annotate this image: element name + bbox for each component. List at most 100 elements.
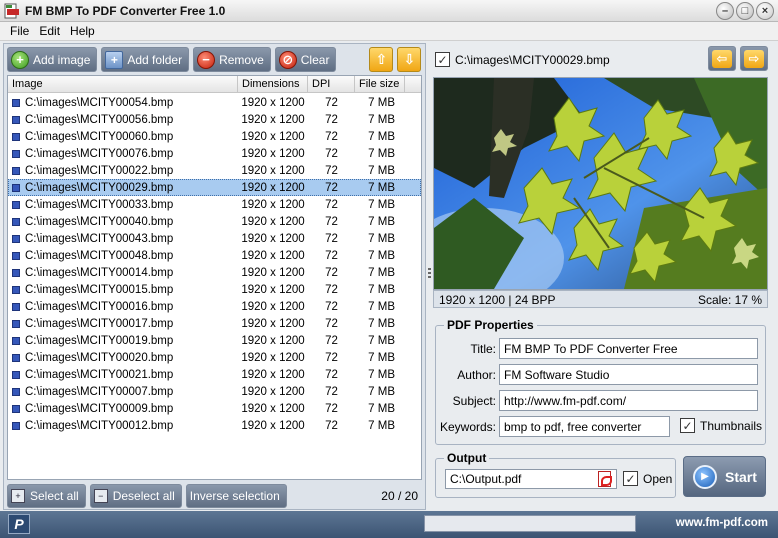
author-label: Author:: [457, 368, 496, 382]
progress-bar: [424, 515, 636, 532]
column-dimensions[interactable]: Dimensions: [238, 76, 308, 92]
table-row[interactable]: C:\images\MCITY00020.bmp 1920 x 1200 72 7 M…: [8, 349, 421, 366]
table-row[interactable]: C:\images\MCITY00015.bmp 1920 x 1200 72 7 M…: [8, 281, 421, 298]
column-dpi[interactable]: DPI: [308, 76, 355, 92]
author-field[interactable]: [499, 364, 758, 385]
pdf-properties-title: PDF Properties: [444, 318, 537, 332]
bmp-file-icon: [12, 370, 20, 379]
thumbnails-checkbox[interactable]: ✓: [680, 418, 695, 433]
folder-icon: +: [105, 50, 124, 69]
row-dimensions: 1920 x 1200: [241, 283, 305, 296]
row-file-size: 7 MB: [368, 198, 395, 211]
row-image-cell: C:\images\MCITY00012.bmp: [8, 420, 238, 432]
table-row[interactable]: C:\images\MCITY00019.bmp 1920 x 1200 72 7 M…: [8, 332, 421, 349]
arrow-right-icon: ⇨: [744, 49, 764, 68]
close-button[interactable]: ×: [756, 2, 774, 20]
table-row[interactable]: C:\images\MCITY00054.bmp 1920 x 1200 72 7 M…: [8, 94, 421, 111]
table-row[interactable]: C:\images\MCITY00076.bmp 1920 x 1200 72 7 M…: [8, 145, 421, 162]
remove-button[interactable]: − Remove: [193, 47, 271, 72]
row-dimensions: 1920 x 1200: [241, 232, 305, 245]
row-file-size: 7 MB: [368, 300, 395, 313]
table-row[interactable]: C:\images\MCITY00060.bmp 1920 x 1200 72 7 M…: [8, 128, 421, 145]
output-file-field[interactable]: [445, 469, 617, 489]
preview-include-checkbox[interactable]: ✓: [435, 52, 450, 67]
table-row[interactable]: C:\images\MCITY00040.bmp 1920 x 1200 72 7 M…: [8, 213, 421, 230]
bmp-file-icon: [12, 387, 20, 396]
table-row[interactable]: C:\images\MCITY00021.bmp 1920 x 1200 72 7 M…: [8, 366, 421, 383]
bmp-file-icon: [12, 98, 20, 107]
start-button[interactable]: ▶ Start: [683, 456, 766, 497]
pdf-browse-icon[interactable]: [598, 471, 612, 487]
bmp-file-icon: [12, 285, 20, 294]
subject-field[interactable]: [499, 390, 758, 411]
menu-file[interactable]: File: [10, 24, 29, 38]
row-path: C:\images\MCITY00060.bmp: [25, 130, 174, 143]
move-down-button[interactable]: ⇩: [397, 47, 422, 72]
row-file-size: 7 MB: [368, 283, 395, 296]
deselect-all-button[interactable]: − Deselect all: [89, 484, 182, 508]
table-row[interactable]: C:\images\MCITY00033.bmp 1920 x 1200 72 7 M…: [8, 196, 421, 213]
row-file-size: 7 MB: [368, 130, 395, 143]
table-row[interactable]: C:\images\MCITY00007.bmp 1920 x 1200 72 7 M…: [8, 383, 421, 400]
bmp-file-icon: [12, 251, 20, 260]
column-image[interactable]: Image: [8, 76, 238, 92]
row-file-size: 7 MB: [368, 385, 395, 398]
menu-bar: File Edit Help: [0, 22, 778, 41]
inverse-selection-button[interactable]: Inverse selection: [185, 484, 287, 508]
keywords-label: Keywords:: [439, 420, 496, 434]
table-row[interactable]: C:\images\MCITY00014.bmp 1920 x 1200 72 7 M…: [8, 264, 421, 281]
website-link[interactable]: www.fm-pdf.com: [676, 517, 768, 529]
title-field[interactable]: [499, 338, 758, 359]
row-dimensions: 1920 x 1200: [241, 317, 305, 330]
table-row[interactable]: C:\images\MCITY00017.bmp 1920 x 1200 72 7 M…: [8, 315, 421, 332]
keywords-field[interactable]: [499, 416, 670, 437]
previous-image-button[interactable]: ⇦: [708, 46, 736, 71]
table-row[interactable]: C:\images\MCITY00022.bmp 1920 x 1200 72 7 M…: [8, 162, 421, 179]
move-up-button[interactable]: ⇧: [369, 47, 394, 72]
column-file-size[interactable]: File size: [355, 76, 405, 92]
open-label: Open: [643, 471, 673, 486]
table-row[interactable]: C:\images\MCITY00012.bmp 1920 x 1200 72 7 M…: [8, 417, 421, 434]
maximize-button[interactable]: □: [736, 2, 754, 20]
next-image-button[interactable]: ⇨: [740, 46, 768, 71]
row-dimensions: 1920 x 1200: [241, 300, 305, 313]
table-row[interactable]: C:\images\MCITY00043.bmp 1920 x 1200 72 7 M…: [8, 230, 421, 247]
row-path: C:\images\MCITY00021.bmp: [25, 368, 174, 381]
row-image-cell: C:\images\MCITY00016.bmp: [8, 301, 238, 313]
minimize-button[interactable]: –: [716, 2, 734, 20]
table-row[interactable]: C:\images\MCITY00048.bmp 1920 x 1200 72 7 M…: [8, 247, 421, 264]
panel-splitter[interactable]: [428, 268, 431, 282]
row-dimensions: 1920 x 1200: [241, 249, 305, 262]
thumbnails-label: Thumbnails: [700, 418, 763, 433]
select-all-label: Select all: [30, 489, 79, 503]
menu-help[interactable]: Help: [70, 24, 95, 38]
clear-button[interactable]: ⊘ Clear: [274, 47, 337, 72]
row-dpi: 72: [325, 113, 338, 126]
row-file-size: 7 MB: [368, 215, 395, 228]
row-dpi: 72: [325, 181, 338, 194]
bmp-file-icon: [12, 421, 20, 430]
file-list[interactable]: Image Dimensions DPI File size C:\images…: [7, 75, 422, 480]
row-image-cell: C:\images\MCITY00017.bmp: [8, 318, 238, 330]
menu-edit[interactable]: Edit: [39, 24, 60, 38]
bmp-file-icon: [12, 353, 20, 362]
row-dimensions: 1920 x 1200: [241, 215, 305, 228]
title-label: Title:: [470, 342, 496, 356]
image-info-bar: 1920 x 1200 | 24 BPP Scale: 17 %: [433, 290, 768, 308]
table-row[interactable]: C:\images\MCITY00009.bmp 1920 x 1200 72 7 M…: [8, 400, 421, 417]
add-folder-button[interactable]: + Add folder: [101, 47, 190, 72]
row-path: C:\images\MCITY00033.bmp: [25, 198, 174, 211]
add-image-button[interactable]: + Add image: [7, 47, 98, 72]
pdf-properties-group: PDF Properties Title: Author: Subject: K…: [435, 318, 766, 445]
row-dpi: 72: [325, 96, 338, 109]
output-group: Output ✓ Open: [435, 451, 676, 498]
table-row[interactable]: C:\images\MCITY00016.bmp 1920 x 1200 72 7 M…: [8, 298, 421, 315]
status-bar: P www.fm-pdf.com: [0, 511, 778, 538]
image-preview: [433, 77, 768, 290]
row-dpi: 72: [325, 198, 338, 211]
table-row[interactable]: C:\images\MCITY00029.bmp 1920 x 1200 72 7 M…: [8, 179, 421, 196]
row-dimensions: 1920 x 1200: [241, 385, 305, 398]
select-all-button[interactable]: + Select all: [7, 484, 86, 508]
table-row[interactable]: C:\images\MCITY00056.bmp 1920 x 1200 72 7 M…: [8, 111, 421, 128]
open-checkbox[interactable]: ✓: [623, 471, 638, 486]
